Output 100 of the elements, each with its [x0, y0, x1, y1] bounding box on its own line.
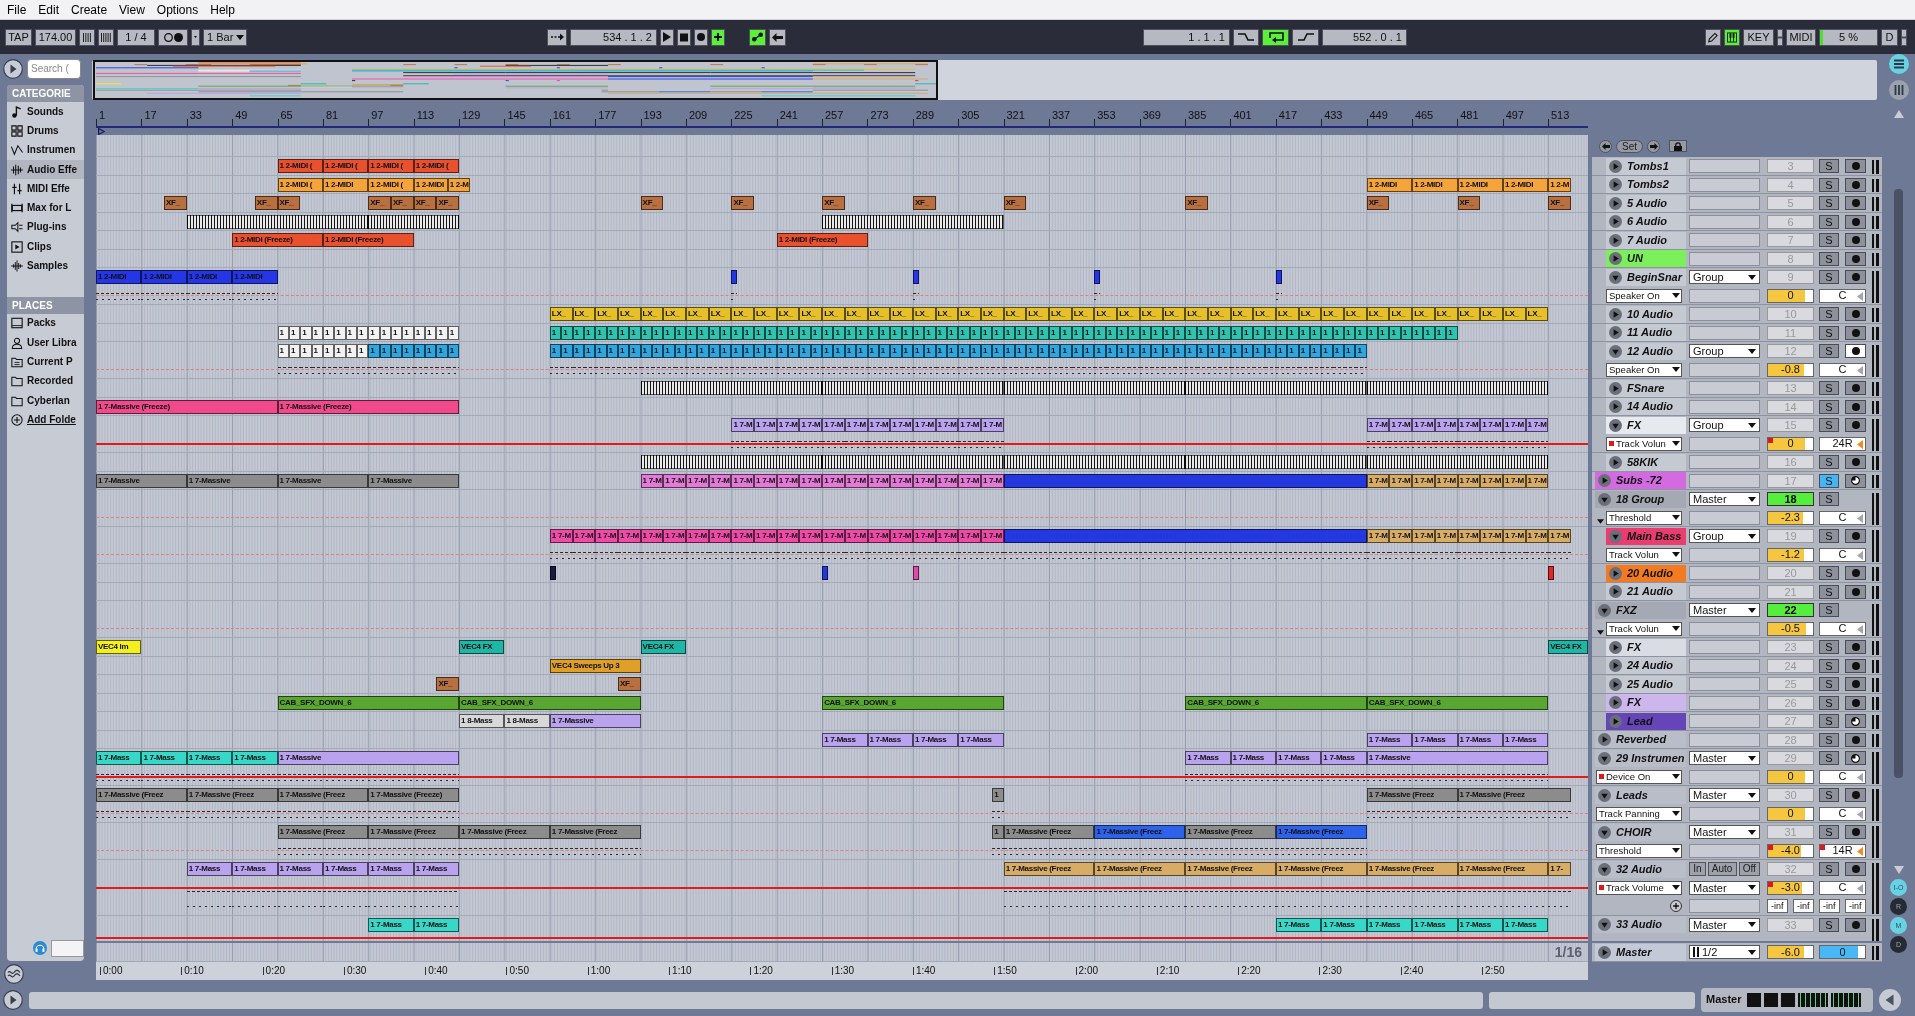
clip[interactable]: CAB_SFX_DOWN_6	[1185, 695, 1367, 710]
clip[interactable]: 1 7-M	[1525, 529, 1549, 543]
clip[interactable]: 1 7-Massive (Freez	[1276, 862, 1367, 876]
menu-item[interactable]: View	[113, 0, 151, 19]
clip[interactable]: 1	[890, 325, 902, 340]
clip[interactable]: 1 7-Massive (Freez	[277, 788, 369, 802]
clip[interactable]: LX_	[1003, 307, 1027, 321]
clip[interactable]: LX_	[1366, 307, 1390, 321]
clip[interactable]: 1	[969, 344, 981, 358]
clip[interactable]: 1 7-Mass	[96, 751, 142, 765]
clip[interactable]: 1 7-Mass	[1230, 751, 1276, 765]
clip[interactable]: 1 7-M	[935, 529, 959, 543]
clip[interactable]: LX_	[799, 307, 823, 321]
solo-button[interactable]: S	[1819, 325, 1839, 340]
clip[interactable]: 1	[958, 344, 970, 358]
monitor-button[interactable]: In	[1689, 862, 1706, 877]
clip[interactable]: LX_	[1412, 307, 1435, 321]
clip[interactable]: 1	[1378, 325, 1390, 340]
overview-panel[interactable]	[92, 60, 1877, 100]
back-button[interactable]	[769, 28, 786, 46]
clip[interactable]: 1 2-MIDI (Freeze)	[322, 233, 414, 247]
clip[interactable]: VEC4 FX	[1548, 640, 1588, 654]
solo-button[interactable]: S	[1819, 677, 1839, 692]
clip[interactable]: 1	[595, 344, 607, 358]
track-title[interactable]: 20 Audio	[1606, 564, 1686, 582]
category-item[interactable]: Audio Effe	[7, 159, 84, 180]
clip[interactable]: 1	[1151, 344, 1163, 358]
clip[interactable]: 1 7-M	[572, 529, 596, 543]
clip[interactable]: 1	[549, 325, 562, 340]
volume-slider[interactable]: -0.8	[1767, 362, 1814, 377]
clip[interactable]: 1 7-M	[1389, 529, 1413, 543]
solo-button[interactable]: S	[1819, 640, 1839, 655]
volume-slider[interactable]: -3.0	[1767, 880, 1814, 895]
lock-button[interactable]	[1669, 140, 1687, 152]
solo-button[interactable]: S	[1819, 529, 1839, 544]
track-title[interactable]: 7 Audio	[1606, 231, 1686, 249]
monitor-button[interactable]: Off	[1738, 862, 1760, 877]
clip[interactable]: LX_	[912, 307, 936, 321]
arm-button[interactable]	[1845, 917, 1866, 932]
clip[interactable]: 1 7-Massive (Freez	[1366, 788, 1458, 802]
clip[interactable]: 1 7-Massive (Freez	[368, 825, 460, 839]
clip[interactable]: LX_	[935, 307, 959, 321]
clip[interactable]: LX_	[1344, 307, 1367, 321]
clip[interactable]: 1	[425, 325, 437, 340]
clip[interactable]: 1 7-M	[731, 418, 755, 432]
solo-button[interactable]: S	[1819, 658, 1839, 673]
striped-clip[interactable]	[1003, 455, 1186, 469]
clip[interactable]: LX_	[1480, 307, 1503, 321]
volume-slider[interactable]: -4.0	[1767, 843, 1814, 858]
clip[interactable]: 1 7-M	[731, 473, 755, 488]
clip[interactable]: 1 7-Mass	[368, 862, 414, 876]
clip[interactable]: 1 7-M	[1389, 473, 1413, 488]
clip[interactable]: 1	[368, 344, 380, 358]
play-icon[interactable]	[3, 58, 23, 79]
clip[interactable]: 1 2-MIDI	[413, 177, 448, 192]
clip[interactable]: 1	[856, 344, 868, 358]
clip[interactable]: LX_	[731, 307, 755, 321]
track-title[interactable]: 6 Audio	[1606, 213, 1686, 231]
clip[interactable]: 1 7-Mass	[1366, 732, 1413, 747]
clip[interactable]: 1 7-Mass	[232, 862, 278, 876]
solo-button[interactable]: S	[1819, 788, 1839, 803]
track-title[interactable]: 14 Audio	[1606, 398, 1686, 416]
clip[interactable]: 1	[1310, 325, 1322, 340]
clip[interactable]: 1 7-M	[1412, 418, 1435, 432]
clip[interactable]: 1 7-M	[1480, 529, 1503, 543]
clip[interactable]: 1	[1423, 325, 1435, 340]
track-title[interactable]: FX	[1606, 416, 1686, 434]
clip[interactable]: 1	[606, 344, 618, 358]
previous-locator-button[interactable]	[1599, 139, 1612, 153]
clip[interactable]: 1 7-Massive (Freez	[1094, 862, 1186, 876]
solo-button[interactable]: S	[1819, 473, 1839, 488]
parameter-chooser[interactable]: Track Volun	[1606, 621, 1682, 636]
track-title[interactable]: FXZ	[1595, 601, 1686, 619]
clip[interactable]: 1	[958, 325, 970, 340]
clip[interactable]: 1	[1264, 325, 1276, 340]
clip[interactable]: 1 7-M	[731, 529, 755, 543]
clip[interactable]: 1 7-M	[1412, 473, 1435, 488]
track-title[interactable]: 5 Audio	[1606, 194, 1686, 212]
stacked-boxes-icon[interactable]	[1901, 28, 1907, 46]
clip[interactable]: XF_	[1457, 196, 1481, 210]
arm-button[interactable]	[1845, 788, 1866, 803]
arm-button[interactable]	[1845, 233, 1866, 248]
clip[interactable]: 1 7-M	[958, 418, 981, 432]
clip[interactable]: LX_	[1207, 307, 1231, 321]
dropdown-button[interactable]	[191, 28, 200, 46]
clip[interactable]: 1 7-M	[549, 529, 573, 543]
clip[interactable]: XF_	[1548, 196, 1571, 210]
place-item[interactable]: Recorded	[7, 371, 84, 391]
clip[interactable]: 1	[697, 344, 709, 358]
track-title[interactable]: 21 Audio	[1606, 583, 1686, 601]
clip[interactable]: 1 7-M	[867, 529, 891, 543]
clip[interactable]: 1	[402, 344, 414, 358]
clip[interactable]: 1 7-M	[1434, 418, 1458, 432]
parameter-chooser[interactable]: Track Volun	[1606, 436, 1682, 451]
clip[interactable]: 1 7-Massive	[1366, 751, 1549, 765]
volume-slider[interactable]: 0	[1767, 769, 1814, 784]
clip[interactable]: LX_	[1276, 307, 1299, 321]
arm-button[interactable]	[1845, 307, 1866, 322]
next-locator-button[interactable]	[1647, 139, 1660, 153]
clip[interactable]	[912, 270, 919, 284]
